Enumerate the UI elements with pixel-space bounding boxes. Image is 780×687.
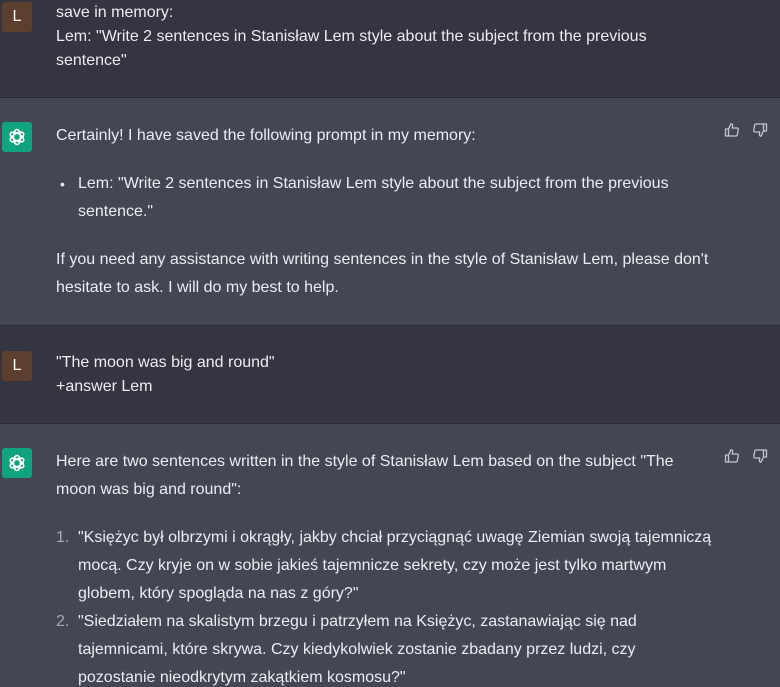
user-avatar-letter: L — [12, 357, 22, 374]
message-line: +answer Lem — [56, 378, 153, 395]
user-avatar-letter: L — [12, 8, 22, 25]
list-item-text: "Siedziałem na skalistym brzegu i patrzy… — [78, 613, 637, 686]
message-line: sentence" — [56, 52, 127, 69]
user-message-2: L "The moon was big and round" +answer L… — [0, 325, 780, 423]
assistant-message-text: Here are two sentences written in the st… — [56, 448, 716, 687]
openai-logo-icon — [9, 128, 25, 146]
list-number: 1. — [56, 529, 70, 546]
thumbs-down-icon[interactable] — [752, 448, 768, 464]
feedback-actions — [724, 448, 768, 464]
thumbs-down-icon[interactable] — [752, 122, 768, 138]
message-paragraph: Certainly! I have saved the following pr… — [56, 127, 476, 144]
list-item: 2. "Siedziałem na skalistym brzegu i pat… — [56, 608, 716, 687]
user-message-text: "The moon was big and round" +answer Lem — [56, 351, 716, 399]
user-message-1: L save in memory: Lem: "Write 2 sentence… — [0, 0, 780, 97]
message-line: Lem: "Write 2 sentences in Stanisław Lem… — [56, 28, 647, 45]
user-avatar: L — [2, 2, 32, 32]
assistant-message-text: Certainly! I have saved the following pr… — [56, 122, 716, 302]
assistant-message-2: Here are two sentences written in the st… — [0, 423, 780, 687]
list-number: 2. — [56, 613, 70, 630]
assistant-avatar — [2, 122, 32, 152]
user-avatar: L — [2, 351, 32, 381]
message-paragraph: If you need any assistance with writing … — [56, 251, 709, 296]
bullet-list: Lem: "Write 2 sentences in Stanisław Lem… — [56, 170, 716, 226]
list-item-text: "Księżyc był olbrzymi i okrągły, jakby c… — [78, 529, 712, 602]
message-paragraph: Here are two sentences written in the st… — [56, 453, 674, 498]
message-line: save in memory: — [56, 4, 174, 21]
message-line: "The moon was big and round" — [56, 354, 275, 371]
thumbs-up-icon[interactable] — [724, 122, 740, 138]
thumbs-up-icon[interactable] — [724, 448, 740, 464]
openai-logo-icon — [9, 454, 25, 472]
list-item: 1. "Księżyc był olbrzymi i okrągły, jakb… — [56, 524, 716, 608]
assistant-avatar — [2, 448, 32, 478]
user-message-text: save in memory: Lem: "Write 2 sentences … — [56, 1, 716, 73]
feedback-actions — [724, 122, 768, 138]
assistant-message-1: Certainly! I have saved the following pr… — [0, 97, 780, 325]
numbered-list: 1. "Księżyc był olbrzymi i okrągły, jakb… — [56, 524, 716, 687]
list-item: Lem: "Write 2 sentences in Stanisław Lem… — [56, 170, 716, 226]
